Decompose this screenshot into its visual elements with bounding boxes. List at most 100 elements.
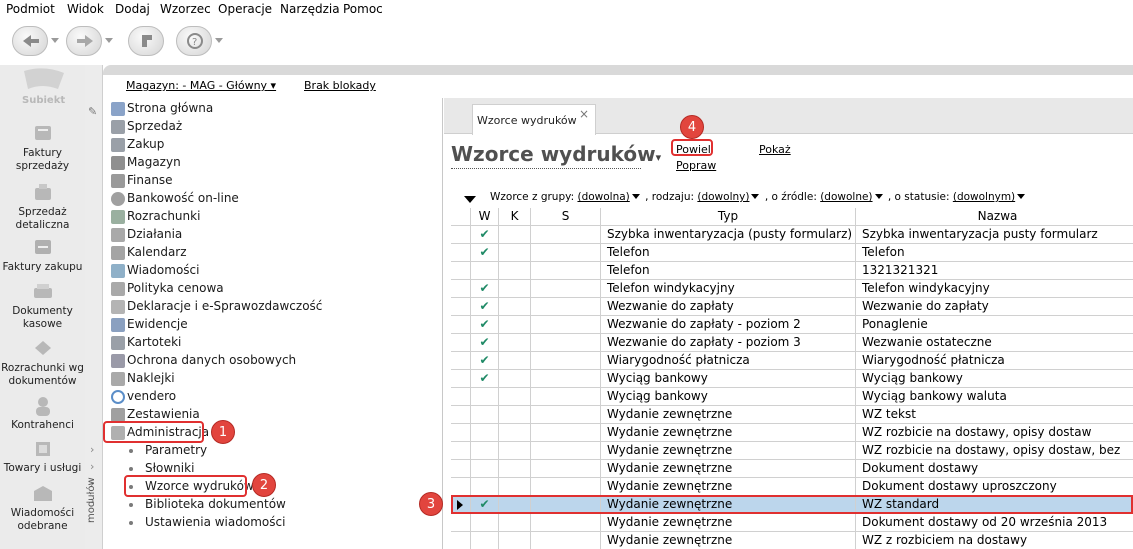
cell-w	[471, 478, 499, 496]
close-icon[interactable]: ×	[579, 107, 589, 121]
module-faktury-zakupu[interactable]: Faktury zakupu	[0, 237, 85, 274]
cell-w	[471, 262, 499, 280]
chevron-right-icon[interactable]: ›	[90, 460, 94, 473]
header-s[interactable]: S	[531, 208, 601, 226]
chevron-right-icon[interactable]: ›	[90, 443, 94, 456]
highlight-selected-row	[451, 495, 1133, 514]
filter-status-select[interactable]: (dowolnym)	[953, 191, 1027, 203]
grid-header: W K S Typ Nazwa	[451, 208, 1133, 226]
settlements-icon	[34, 341, 51, 355]
row-indicator	[451, 226, 471, 244]
module-rozrachunki[interactable]: Rozrachunki wg dokumentów	[0, 338, 85, 388]
cell-typ: Wiarygodność płatnicza	[601, 352, 856, 370]
row-indicator	[451, 352, 471, 370]
pokaz-link[interactable]: Pokaż	[759, 143, 791, 156]
cell-k	[499, 352, 531, 370]
table-row[interactable]: ✔ Wyciąg bankowy Wyciąg bankowy	[451, 370, 1133, 388]
table-row[interactable]: Wydanie zewnętrzne WZ rozbicie na dostawy…	[451, 424, 1133, 442]
table-row[interactable]: Wydanie zewnętrzne Dokument dostawy	[451, 460, 1133, 478]
settlements-icon	[111, 210, 125, 224]
table-row[interactable]: ✔ Wiarygodność płatnicza Wiarygodność płat…	[451, 352, 1133, 370]
menu-pomoc[interactable]: Pomoc	[343, 2, 383, 16]
tab-wzorce-wydrukow[interactable]: Wzorce wydruków ×	[472, 104, 596, 135]
menu-operacje[interactable]: Operacje	[218, 2, 272, 16]
menu-podmiot[interactable]: Podmiot	[6, 2, 55, 16]
header-w[interactable]: W	[471, 208, 499, 226]
cell-w	[471, 406, 499, 424]
table-row[interactable]: ✔ Wezwanie do zapłaty Wezwanie do zapłaty	[451, 298, 1133, 316]
bullet-icon	[129, 521, 133, 525]
cell-nazwa: Telefon	[862, 245, 905, 259]
filter-kind-select[interactable]: (dowolny)	[697, 191, 761, 203]
cell-k	[499, 316, 531, 334]
dropdown-icon	[631, 194, 640, 199]
module-kontrahenci[interactable]: Kontrahenci	[0, 395, 85, 432]
table-row[interactable]: Wydanie zewnętrzne WZ tekst	[451, 406, 1133, 424]
header-nazwa[interactable]: Nazwa	[856, 208, 1133, 226]
refresh-icon	[142, 35, 152, 47]
cell-s	[531, 280, 601, 298]
lock-status-link[interactable]: Brak blokady	[304, 79, 376, 92]
bank-icon	[111, 192, 125, 206]
pin-icon[interactable]: ✎	[88, 105, 97, 118]
cell-nazwa: Dokument dostawy	[862, 461, 979, 475]
help-button[interactable]: ?	[176, 26, 212, 56]
popraw-link[interactable]: Popraw	[676, 159, 716, 172]
module-sprzedaz-detaliczna[interactable]: Sprzedaż detaliczna	[0, 182, 85, 232]
cell-nazwa: WZ z rozbiciem na dostawy	[862, 533, 1028, 547]
forward-dropdown-icon[interactable]	[105, 38, 113, 43]
table-row[interactable]: Wydanie zewnętrzne Dokument dostawy upros…	[451, 478, 1133, 496]
filter-group-select[interactable]: (dowolna)	[577, 191, 641, 203]
menu-narzedzia[interactable]: Narzędzia	[280, 2, 340, 16]
header-typ[interactable]: Typ	[601, 208, 856, 226]
table-row[interactable]: Wydanie zewnętrzne WZ rozbicie na dostawy…	[451, 442, 1133, 460]
cell-w: ✔	[471, 280, 499, 298]
module-faktury-sprzedazy[interactable]: Faktury sprzedaży	[0, 123, 85, 173]
title-underline	[451, 168, 641, 169]
cell-s	[531, 370, 601, 388]
page-title[interactable]: Wzorce wydruków▾	[451, 142, 661, 169]
cell-nazwa: Wiarygodność płatnicza	[862, 353, 1005, 367]
cell-w: ✔	[471, 298, 499, 316]
cell-typ: Szybka inwentaryzacja (pusty formularz)	[601, 226, 856, 244]
sales-icon	[111, 120, 125, 134]
header-k[interactable]: K	[499, 208, 531, 226]
help-dropdown-icon[interactable]	[215, 38, 223, 43]
forward-button[interactable]	[66, 26, 102, 56]
table-row[interactable]: Wyciąg bankowy Wyciąg bankowy waluta	[451, 388, 1133, 406]
table-row[interactable]: ✔ Wezwanie do zapłaty - poziom 3 Wezwanie …	[451, 334, 1133, 352]
refresh-button[interactable]	[128, 26, 164, 56]
menu-wzorzec[interactable]: Wzorzec	[160, 2, 211, 16]
table-row[interactable]: ✔ Telefon windykacyjny Telefon windykacyjn…	[451, 280, 1133, 298]
module-wiadomosci-odebrane[interactable]: Wiadomości odebrane	[0, 483, 85, 533]
cell-k	[499, 370, 531, 388]
filter-source-select[interactable]: (dowolne)	[820, 191, 884, 203]
magazyn-selector[interactable]: Magazyn: - MAG - Główny ▾	[126, 79, 276, 92]
back-button[interactable]	[12, 26, 48, 56]
cell-typ: Wydanie zewnętrzne	[601, 442, 856, 460]
cell-w: ✔	[471, 352, 499, 370]
module-towary-i-uslugi[interactable]: Towary i usługi	[0, 438, 85, 475]
cell-w: ✔	[471, 244, 499, 262]
table-row[interactable]: ✔ Szybka inwentaryzacja (pusty formularz)…	[451, 226, 1133, 244]
module-dokumenty-kasowe[interactable]: Dokumenty kasowe	[0, 281, 85, 331]
menu-widok[interactable]: Widok	[67, 2, 104, 16]
table-row[interactable]: Wydanie zewnętrzne Dokument dostawy od 20…	[451, 514, 1133, 532]
calendar-icon	[111, 246, 125, 260]
files-icon	[111, 336, 125, 350]
back-dropdown-icon[interactable]	[51, 38, 59, 43]
row-indicator	[451, 406, 471, 424]
table-row[interactable]: Wydanie zewnętrzne WZ z rozbiciem na dost…	[451, 532, 1133, 549]
table-row[interactable]: ✔ Telefon Telefon	[451, 244, 1133, 262]
cell-typ: Wydanie zewnętrzne	[601, 514, 856, 532]
table-row[interactable]: Telefon 1321321321	[451, 262, 1133, 280]
cash-register-icon	[34, 184, 51, 200]
cell-s	[531, 478, 601, 496]
menu-dodaj[interactable]: Dodaj	[115, 2, 150, 16]
vendero-icon	[111, 390, 125, 404]
strip-label: modułów	[86, 477, 97, 523]
cell-s	[531, 442, 601, 460]
forward-icon	[77, 35, 93, 47]
collapsed-modules-strip[interactable]: ✎ › › › › modułów	[85, 65, 103, 549]
table-row[interactable]: ✔ Wezwanie do zapłaty - poziom 2 Ponagleni…	[451, 316, 1133, 334]
